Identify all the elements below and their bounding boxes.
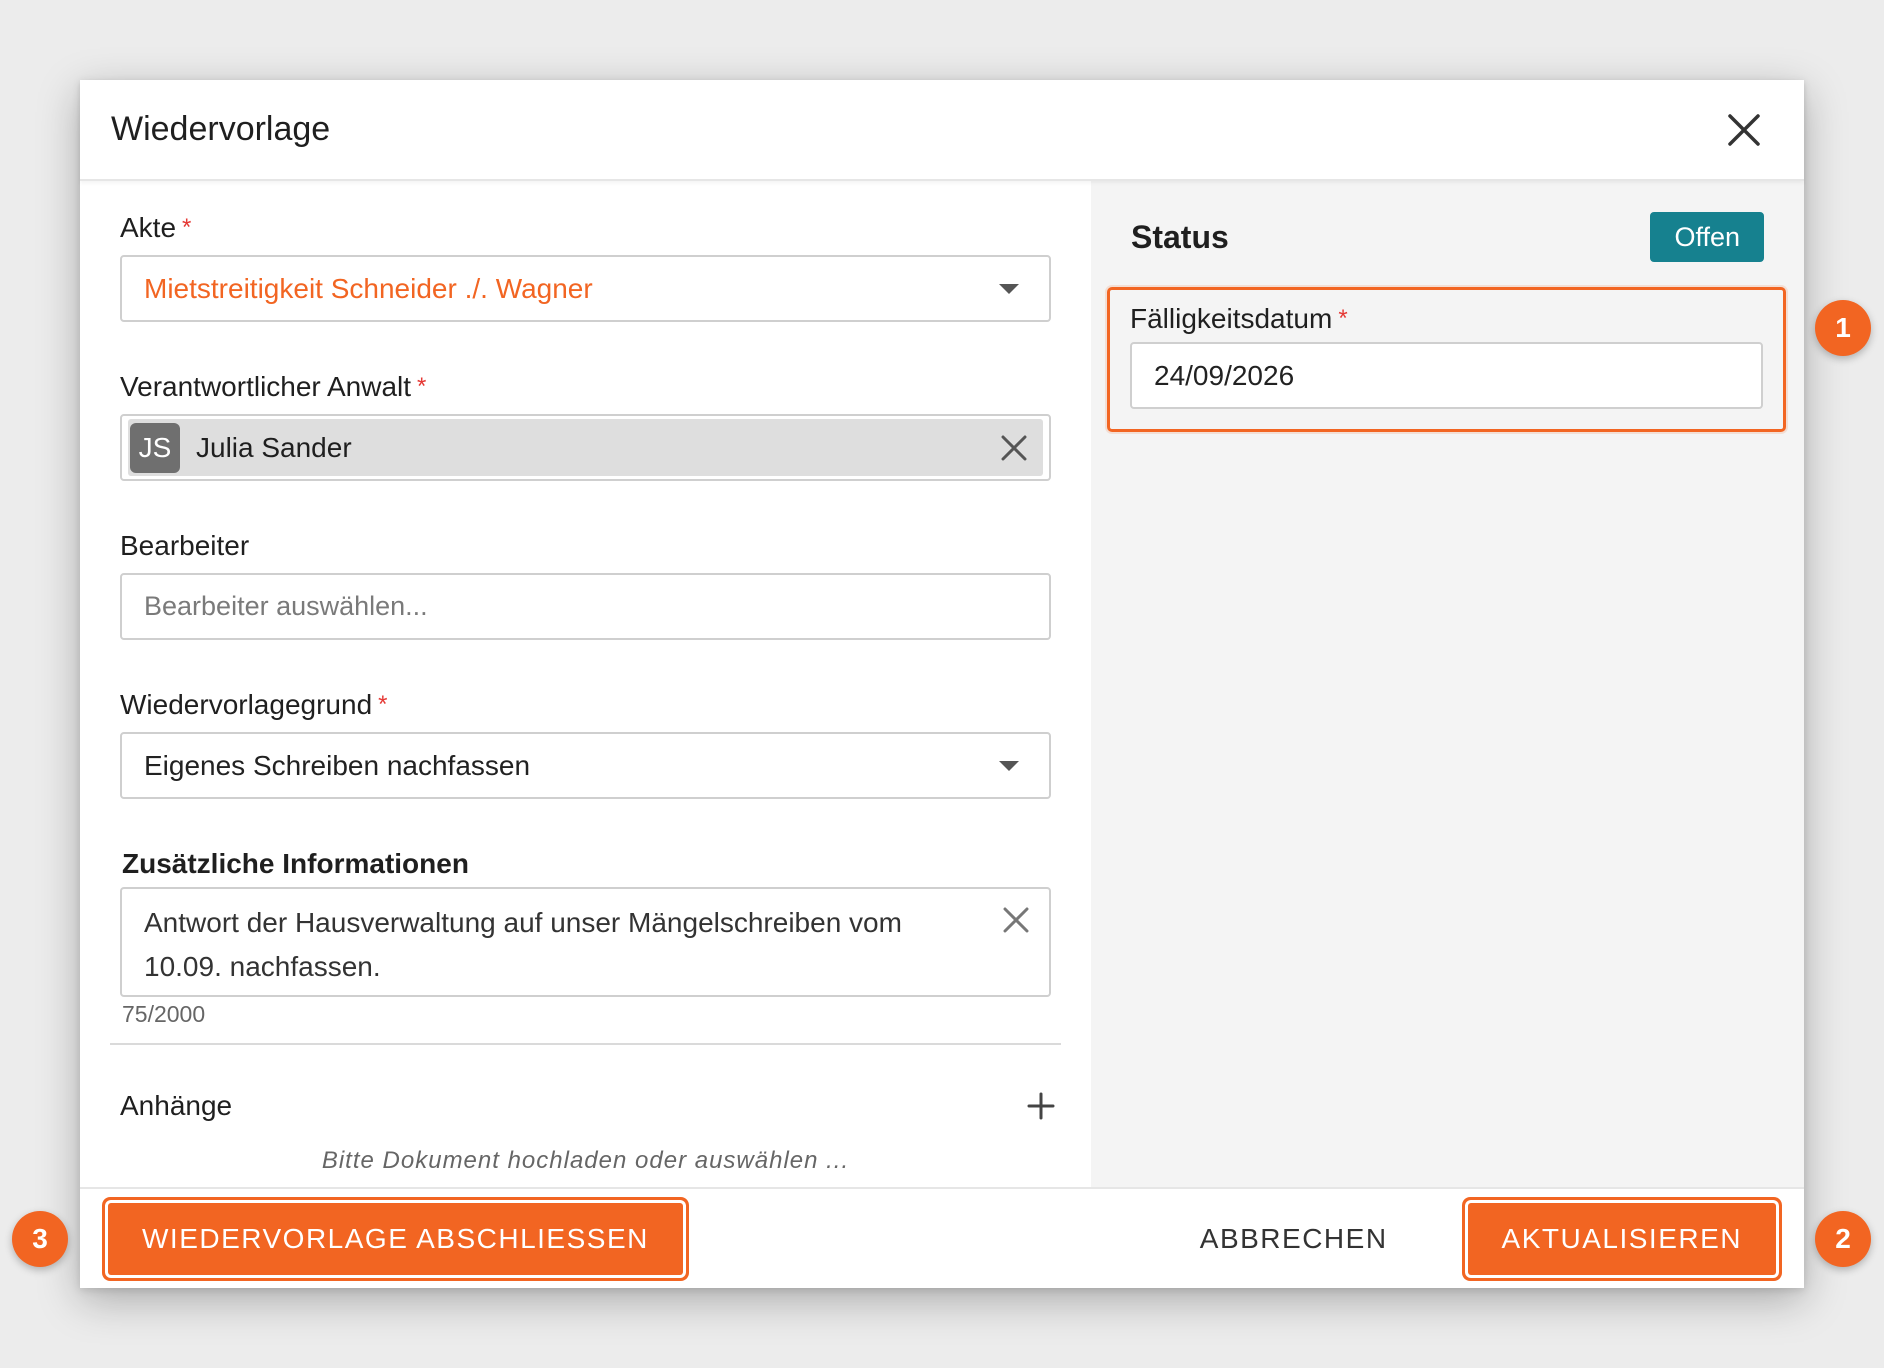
anwalt-select[interactable]: JS Julia Sander xyxy=(120,414,1051,481)
close-button[interactable] xyxy=(1714,100,1774,160)
due-date-field: Fälligkeitsdatum * 24/09/2026 xyxy=(1107,287,1786,432)
required-mark: * xyxy=(1338,305,1348,332)
attachments-header: Anhänge xyxy=(120,1086,1061,1126)
info-field: Zusätzliche Informationen Antwort der Ha… xyxy=(120,847,1051,1028)
status-badge: Offen xyxy=(1650,212,1764,262)
update-button[interactable]: AKTUALISIEREN xyxy=(1467,1202,1776,1275)
info-textarea[interactable]: Antwort der Hausverwaltung auf unser Män… xyxy=(120,887,1051,997)
chip-name: Julia Sander xyxy=(196,431,352,463)
grund-field: Wiedervorlagegrund * Eigenes Schreiben na… xyxy=(120,688,1051,799)
attachments-hint: Bitte Dokument hochladen oder auswählen … xyxy=(321,1147,850,1174)
form-pane: Akte * Mietstreitigkeit Schneider ./. Wag… xyxy=(80,181,1091,1187)
info-text: Antwort der Hausverwaltung auf unser Män… xyxy=(144,901,1027,989)
dialog-header: Wiedervorlage xyxy=(80,80,1804,181)
required-mark: * xyxy=(378,691,388,718)
bearbeiter-field: Bearbeiter Bearbeiter auswählen... xyxy=(120,529,1051,640)
plus-icon xyxy=(1027,1092,1055,1120)
complete-button[interactable]: WIEDERVORLAGE ABSCHLIESSEN xyxy=(108,1202,683,1275)
bearbeiter-placeholder: Bearbeiter auswählen... xyxy=(144,591,428,621)
due-date-value: 24/09/2026 xyxy=(1154,359,1295,391)
char-counter: 75/2000 xyxy=(122,1001,206,1027)
akte-field: Akte * Mietstreitigkeit Schneider ./. Wag… xyxy=(120,211,1051,322)
step-marker-3: 3 xyxy=(12,1211,68,1267)
step-marker-1: 1 xyxy=(1815,300,1871,356)
attachments-label: Anhänge xyxy=(120,1090,233,1121)
clear-icon[interactable] xyxy=(999,433,1029,463)
dialog-footer: WIEDERVORLAGE ABSCHLIESSEN ABBRECHEN AKT… xyxy=(80,1187,1804,1288)
chevron-down-icon xyxy=(999,283,1019,294)
dialog-body: Akte * Mietstreitigkeit Schneider ./. Wag… xyxy=(80,181,1804,1187)
wiedervorlage-dialog: Wiedervorlage Akte * Mietstreitigkeit Sch… xyxy=(80,80,1804,1288)
status-title: Status xyxy=(1131,218,1229,255)
bearbeiter-label: Bearbeiter xyxy=(120,530,250,561)
anwalt-field: Verantwortlicher Anwalt * JS Julia Sander xyxy=(120,370,1051,481)
akte-value: Mietstreitigkeit Schneider ./. Wagner xyxy=(144,272,593,304)
dialog-title: Wiedervorlage xyxy=(111,110,331,148)
chevron-down-icon xyxy=(999,760,1019,771)
grund-value: Eigenes Schreiben nachfassen xyxy=(144,749,531,781)
required-mark: * xyxy=(182,214,192,241)
due-date-input[interactable]: 24/09/2026 xyxy=(1130,342,1763,409)
grund-select[interactable]: Eigenes Schreiben nachfassen xyxy=(120,732,1051,799)
bearbeiter-input[interactable]: Bearbeiter auswählen... xyxy=(120,573,1051,640)
info-text-line: 10.09. nachfassen. xyxy=(144,951,381,982)
footer-actions: ABBRECHEN AKTUALISIEREN xyxy=(1166,1202,1776,1275)
anwalt-label: Verantwortlicher Anwalt * xyxy=(120,371,427,402)
akte-select[interactable]: Mietstreitigkeit Schneider ./. Wagner xyxy=(120,255,1051,322)
avatar: JS xyxy=(130,422,180,473)
divider xyxy=(110,1043,1061,1045)
close-icon xyxy=(1728,113,1760,146)
cancel-button[interactable]: ABBRECHEN xyxy=(1166,1203,1422,1275)
step-marker-2: 2 xyxy=(1815,1211,1871,1267)
status-pane: Status Offen Fälligkeitsdatum * 24/09/202… xyxy=(1091,181,1804,1187)
status-row: Status Offen xyxy=(1131,211,1764,263)
clear-icon[interactable] xyxy=(1001,905,1031,935)
akte-label: Akte * xyxy=(120,212,192,243)
selected-user-chip: JS Julia Sander xyxy=(128,419,1043,476)
due-date-label: Fälligkeitsdatum * xyxy=(1130,303,1348,334)
grund-label: Wiedervorlagegrund * xyxy=(120,689,388,720)
info-text-line: Antwort der Hausverwaltung auf unser Män… xyxy=(144,907,902,938)
info-label: Zusätzliche Informationen xyxy=(122,848,469,879)
required-mark: * xyxy=(417,373,427,400)
add-attachment-button[interactable] xyxy=(1021,1086,1061,1126)
